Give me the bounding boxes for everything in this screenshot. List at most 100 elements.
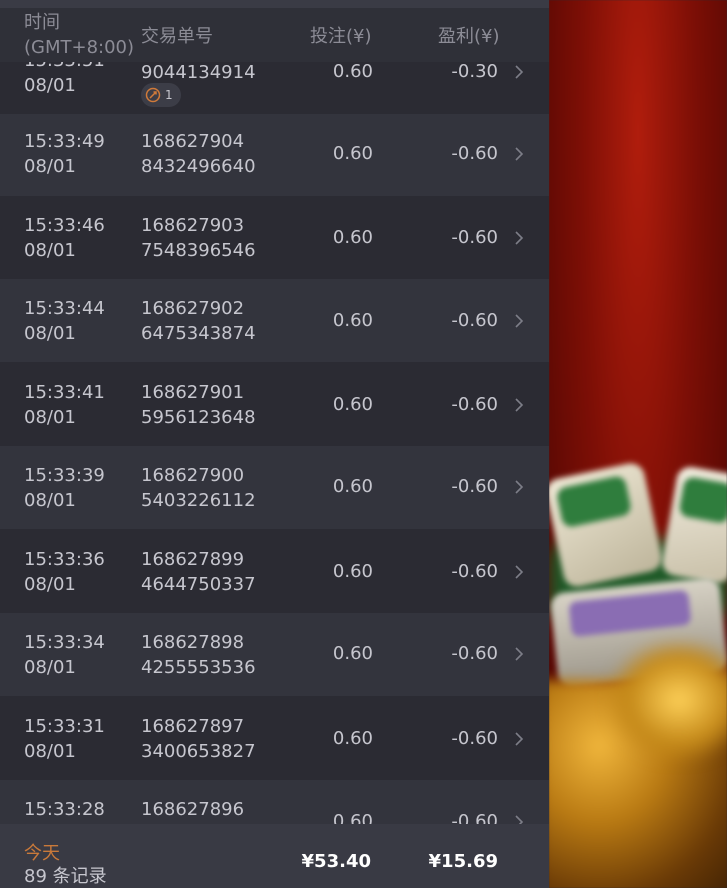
row-date: 08/01 bbox=[24, 741, 76, 762]
row-date: 08/01 bbox=[24, 240, 76, 261]
row-order-id: 168627897 3400653827 bbox=[141, 714, 256, 764]
row-order-line1: 168627900 bbox=[141, 465, 245, 486]
row-time: 15:33:49 bbox=[24, 131, 105, 152]
row-bet: 0.60 bbox=[332, 227, 373, 248]
row-order-id: 168627896 bbox=[141, 797, 244, 822]
row-datetime: 15:33:31 08/01 bbox=[24, 714, 105, 764]
history-row[interactable]: 15:33:31 08/01 168627897 3400653827 0.60… bbox=[0, 696, 549, 780]
chevron-right-icon[interactable] bbox=[512, 65, 526, 79]
row-date: 08/01 bbox=[24, 574, 76, 595]
chevron-right-icon[interactable] bbox=[512, 314, 526, 328]
row-order-id: 168627902 6475343874 bbox=[141, 296, 256, 346]
chevron-right-icon[interactable] bbox=[512, 647, 526, 661]
history-row[interactable]: 15:33:49 08/01 168627904 8432496640 0.60… bbox=[0, 114, 549, 196]
row-time: 15:33:34 bbox=[24, 632, 105, 653]
total-bet: ¥53.40 bbox=[301, 851, 371, 872]
row-date: 08/01 bbox=[24, 407, 76, 428]
row-profit: -0.60 bbox=[451, 643, 498, 664]
row-order-line1: 168627901 bbox=[141, 382, 245, 403]
chevron-right-icon[interactable] bbox=[512, 565, 526, 579]
row-order-line2: 4644750337 bbox=[141, 574, 256, 595]
row-datetime: 15:33:44 08/01 bbox=[24, 296, 105, 346]
row-order-id: 168627901 5956123648 bbox=[141, 380, 256, 430]
history-row[interactable]: 15:33:34 08/01 168627898 4255553536 0.60… bbox=[0, 613, 549, 696]
row-time: 15:33:41 bbox=[24, 382, 105, 403]
row-order-line1: 168627903 bbox=[141, 215, 245, 236]
row-order-line2: 6475343874 bbox=[141, 323, 256, 344]
header-profit: 盈利(¥) bbox=[438, 26, 500, 47]
game-background bbox=[549, 0, 727, 888]
row-date: 08/01 bbox=[24, 657, 76, 678]
row-order-line2: 5403226112 bbox=[141, 490, 256, 511]
row-time: 15:33:28 bbox=[24, 799, 105, 820]
row-time: 15:33:44 bbox=[24, 298, 105, 319]
row-date: 08/01 bbox=[24, 323, 76, 344]
row-profit: -0.60 bbox=[451, 394, 498, 415]
row-bet: 0.60 bbox=[332, 561, 373, 582]
row-order-line2: 9044134914 bbox=[141, 62, 256, 83]
row-bet: 0.60 bbox=[332, 394, 373, 415]
row-bet: 0.60 bbox=[332, 61, 373, 82]
row-bet: 0.60 bbox=[332, 643, 373, 664]
row-bet: 0.60 bbox=[332, 728, 373, 749]
row-bet: 0.60 bbox=[332, 310, 373, 331]
header-order-id: 交易单号 bbox=[141, 26, 213, 47]
row-profit: -0.60 bbox=[451, 143, 498, 164]
row-order-line1: 168627896 bbox=[141, 799, 245, 820]
row-profit: -0.60 bbox=[451, 728, 498, 749]
row-order-line2: 3400653827 bbox=[141, 741, 256, 762]
gold-coins-image bbox=[609, 640, 727, 760]
row-datetime: 15:33:39 08/01 bbox=[24, 463, 105, 513]
row-time: 15:33:31 bbox=[24, 716, 105, 737]
row-profit: -0.60 bbox=[451, 227, 498, 248]
history-row[interactable]: 15:33:41 08/01 168627901 5956123648 0.60… bbox=[0, 362, 549, 446]
chevron-right-icon[interactable] bbox=[512, 732, 526, 746]
row-time: 15:33:36 bbox=[24, 549, 105, 570]
chevron-right-icon[interactable] bbox=[512, 398, 526, 412]
row-time: 15:33:39 bbox=[24, 465, 105, 486]
chevron-right-icon[interactable] bbox=[512, 147, 526, 161]
row-order-line1: 168627902 bbox=[141, 298, 245, 319]
row-order-id: 168627898 4255553536 bbox=[141, 630, 256, 680]
history-row[interactable]: 15:33:39 08/01 168627900 5403226112 0.60… bbox=[0, 446, 549, 529]
row-date: 08/01 bbox=[24, 490, 76, 511]
row-order-id: 9044134914 bbox=[141, 60, 256, 85]
row-order-line1: 168627897 bbox=[141, 716, 245, 737]
chevron-right-icon[interactable] bbox=[512, 231, 526, 245]
header-bet: 投注(¥) bbox=[310, 26, 372, 47]
row-order-line1: 168627898 bbox=[141, 632, 245, 653]
row-bet: 0.60 bbox=[332, 143, 373, 164]
history-row[interactable]: 15:33:36 08/01 168627899 4644750337 0.60… bbox=[0, 529, 549, 613]
record-count: 89 条记录 bbox=[24, 866, 107, 887]
bet-history-panel: 15:33:51 08/01 9044134914 1 0.60 -0.30 bbox=[0, 0, 549, 888]
free-spin-icon bbox=[145, 87, 161, 103]
history-row[interactable]: 15:33:46 08/01 168627903 7548396546 0.60… bbox=[0, 196, 549, 279]
row-order-line2: 8432496640 bbox=[141, 156, 256, 177]
row-order-line1: 168627904 bbox=[141, 131, 245, 152]
header-time-label: 时间 bbox=[24, 12, 60, 33]
row-order-line2: 4255553536 bbox=[141, 657, 256, 678]
mahjong-tile-image bbox=[549, 460, 665, 590]
row-datetime: 15:33:28 bbox=[24, 797, 105, 822]
header-timezone-label: (GMT+8:00) bbox=[24, 37, 135, 58]
table-header: 时间 (GMT+8:00) 交易单号 投注(¥) 盈利(¥) bbox=[0, 8, 549, 62]
summary-footer[interactable]: 今天 89 条记录 ¥53.40 ¥15.69 bbox=[0, 824, 549, 888]
row-datetime: 15:33:49 08/01 bbox=[24, 129, 105, 179]
row-order-id: 168627900 5403226112 bbox=[141, 463, 256, 513]
row-order-id: 168627899 4644750337 bbox=[141, 547, 256, 597]
row-order-id: 168627903 7548396546 bbox=[141, 213, 256, 263]
mahjong-tile-image bbox=[659, 464, 727, 586]
row-time: 15:33:46 bbox=[24, 215, 105, 236]
row-profit: -0.60 bbox=[451, 561, 498, 582]
row-date: 08/01 bbox=[24, 156, 76, 177]
row-datetime: 15:33:46 08/01 bbox=[24, 213, 105, 263]
row-bet: 0.60 bbox=[332, 476, 373, 497]
chevron-right-icon[interactable] bbox=[512, 480, 526, 494]
history-row[interactable]: 15:33:44 08/01 168627902 6475343874 0.60… bbox=[0, 279, 549, 362]
badge-count: 1 bbox=[165, 88, 173, 102]
row-datetime: 15:33:41 08/01 bbox=[24, 380, 105, 430]
row-date: 08/01 bbox=[24, 75, 76, 96]
row-profit: -0.60 bbox=[451, 476, 498, 497]
row-datetime: 15:33:36 08/01 bbox=[24, 547, 105, 597]
row-profit: -0.60 bbox=[451, 310, 498, 331]
